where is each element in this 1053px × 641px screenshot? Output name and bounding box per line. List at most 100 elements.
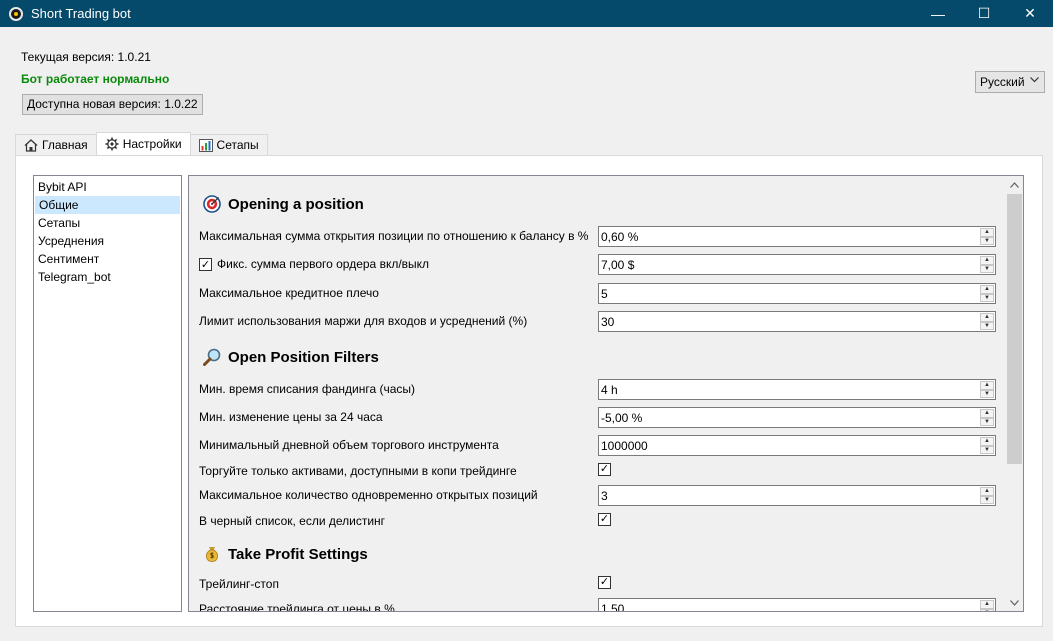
price-change-label: Мин. изменение цены за 24 часа <box>199 410 383 424</box>
window-title: Short Trading bot <box>31 6 131 21</box>
funding-time-input[interactable]: 4 h ▲ ▼ <box>598 379 996 400</box>
daily-volume-value: 1000000 <box>601 438 648 453</box>
spin-down-icon[interactable]: ▼ <box>980 264 994 273</box>
tab-main-label: Главная <box>42 138 88 152</box>
section-takeprofit-title: Take Profit Settings <box>228 545 368 563</box>
main-tabs: Главная Настройки Сетапы <box>15 132 268 155</box>
max-position-size-value: 0,60 % <box>601 229 639 244</box>
trailing-stop-checkbox[interactable]: ✓ <box>598 576 611 589</box>
spin-up-icon[interactable]: ▲ <box>980 313 994 322</box>
spin-down-icon[interactable]: ▼ <box>980 321 994 330</box>
spin-arrows[interactable]: ▲▼ <box>980 256 994 273</box>
gear-icon <box>105 137 119 151</box>
section-filters-header: Open Position Filters <box>203 348 379 366</box>
fixed-first-order-label: Фикс. сумма первого ордера вкл/выкл <box>217 257 430 271</box>
spin-up-icon[interactable]: ▲ <box>980 409 994 418</box>
minimize-button[interactable]: — <box>915 0 961 27</box>
spin-arrows[interactable]: ▲▼ <box>980 409 994 426</box>
sidebar-item-sentiment[interactable]: Сентимент <box>34 250 181 268</box>
sidebar-item-telegram-bot[interactable]: Telegram_bot <box>34 268 181 286</box>
spin-down-icon[interactable]: ▼ <box>980 389 994 398</box>
margin-limit-input[interactable]: 30 ▲ ▼ <box>598 311 996 332</box>
trailing-stop-label: Трейлинг-стоп <box>199 577 279 591</box>
fixed-first-order-row: ✓ Фикс. сумма первого ордера вкл/выкл <box>199 254 429 274</box>
spin-up-icon[interactable]: ▲ <box>980 487 994 496</box>
home-icon <box>24 138 38 152</box>
max-open-positions-input[interactable]: 3 ▲ ▼ <box>598 485 996 506</box>
section-opening-title: Opening a position <box>228 195 364 213</box>
sidebar-item-general[interactable]: Общие <box>35 196 180 214</box>
spin-up-icon[interactable]: ▲ <box>980 437 994 446</box>
max-position-size-label: Максимальная сумма открытия позиции по о… <box>199 229 589 243</box>
language-value: Русский <box>980 75 1025 89</box>
section-takeprofit-header: Take Profit Settings <box>203 545 368 563</box>
fixed-first-order-checkbox[interactable]: ✓ <box>199 257 212 271</box>
copy-trading-only-label: Торгуйте только активами, доступными в к… <box>199 464 517 478</box>
max-leverage-label: Максимальное кредитное плечо <box>199 286 379 300</box>
status-label: Бот работает нормально <box>21 72 170 86</box>
scroll-thumb[interactable] <box>1007 194 1022 464</box>
language-select[interactable]: Русский <box>975 71 1045 93</box>
vertical-scrollbar[interactable] <box>1006 176 1023 611</box>
sidebar-item-setups[interactable]: Сетапы <box>34 214 181 232</box>
section-opening-header: Opening a position <box>203 195 364 213</box>
funding-time-label: Мин. время списания фандинга (часы) <box>199 382 416 396</box>
section-filters-title: Open Position Filters <box>228 348 379 366</box>
trailing-distance-label: Расстояние трейлинга от цены в % <box>199 602 395 612</box>
tab-setups[interactable]: Сетапы <box>189 134 268 155</box>
scroll-up-icon[interactable] <box>1006 176 1023 193</box>
chevron-down-icon <box>1030 75 1039 86</box>
daily-volume-input[interactable]: 1000000 ▲ ▼ <box>598 435 996 456</box>
spin-arrows[interactable]: ▲▼ <box>980 381 994 398</box>
price-change-input[interactable]: -5,00 % ▲ ▼ <box>598 407 996 428</box>
spin-arrows[interactable]: ▲▼ <box>980 600 994 611</box>
copy-trading-only-checkbox[interactable]: ✓ <box>598 463 611 476</box>
sidebar-item-averaging[interactable]: Усреднения <box>34 232 181 250</box>
trailing-distance-value: 1,50 <box>601 601 625 612</box>
money-bag-icon <box>203 545 221 563</box>
margin-limit-value: 30 <box>601 314 615 329</box>
sidebar-item-bybit-api[interactable]: Bybit API <box>34 178 181 196</box>
spin-up-icon[interactable]: ▲ <box>980 381 994 390</box>
update-available-button[interactable]: Доступна новая версия: 1.0.22 <box>22 94 203 115</box>
spin-down-icon[interactable]: ▼ <box>980 236 994 245</box>
spin-up-icon[interactable]: ▲ <box>980 285 994 294</box>
spin-down-icon[interactable]: ▼ <box>980 293 994 302</box>
title-bar: Short Trading bot — ☐ ✕ <box>0 0 1053 27</box>
max-open-positions-value: 3 <box>601 488 608 503</box>
spin-arrows[interactable]: ▲▼ <box>980 285 994 302</box>
version-label: Текущая версия: 1.0.21 <box>21 50 151 64</box>
settings-category-list: Bybit API Общие Сетапы Усреднения Сентим… <box>33 175 182 612</box>
spin-down-icon[interactable]: ▼ <box>980 608 994 611</box>
fixed-first-order-input[interactable]: 7,00 $ ▲ ▼ <box>598 254 996 275</box>
spin-down-icon[interactable]: ▼ <box>980 445 994 454</box>
spin-down-icon[interactable]: ▼ <box>980 417 994 426</box>
maximize-button[interactable]: ☐ <box>961 0 1007 27</box>
trailing-distance-input[interactable]: 1,50 ▲▼ <box>598 598 996 612</box>
margin-limit-label: Лимит использования маржи для входов и у… <box>199 314 528 328</box>
spin-down-icon[interactable]: ▼ <box>980 495 994 504</box>
app-icon <box>9 6 23 21</box>
spin-arrows[interactable]: ▲▼ <box>980 437 994 454</box>
max-leverage-value: 5 <box>601 286 608 301</box>
spin-arrows[interactable]: ▲▼ <box>980 487 994 504</box>
max-position-size-input[interactable]: 0,60 % ▲ ▼ <box>598 226 996 247</box>
spin-up-icon[interactable]: ▲ <box>980 256 994 265</box>
settings-tab-panel: Bybit API Общие Сетапы Усреднения Сентим… <box>15 155 1043 627</box>
spin-arrows[interactable]: ▲▼ <box>980 313 994 330</box>
spin-up-icon[interactable]: ▲ <box>980 600 994 609</box>
blacklist-delisting-checkbox[interactable]: ✓ <box>598 513 611 526</box>
magnifier-icon <box>203 348 221 366</box>
tab-main[interactable]: Главная <box>15 134 97 155</box>
daily-volume-label: Минимальный дневной объем торгового инст… <box>199 438 499 452</box>
settings-scroll-area: Opening a position Максимальная сумма от… <box>188 175 1024 612</box>
tab-settings[interactable]: Настройки <box>95 132 191 155</box>
scroll-down-icon[interactable] <box>1006 594 1023 611</box>
close-button[interactable]: ✕ <box>1007 0 1053 27</box>
max-leverage-input[interactable]: 5 ▲ ▼ <box>598 283 996 304</box>
price-change-value: -5,00 % <box>601 410 643 425</box>
blacklist-delisting-label: В черный список, если делистинг <box>199 514 386 528</box>
spin-arrows[interactable]: ▲▼ <box>980 228 994 245</box>
spin-up-icon[interactable]: ▲ <box>980 228 994 237</box>
fixed-first-order-value: 7,00 $ <box>601 257 635 272</box>
